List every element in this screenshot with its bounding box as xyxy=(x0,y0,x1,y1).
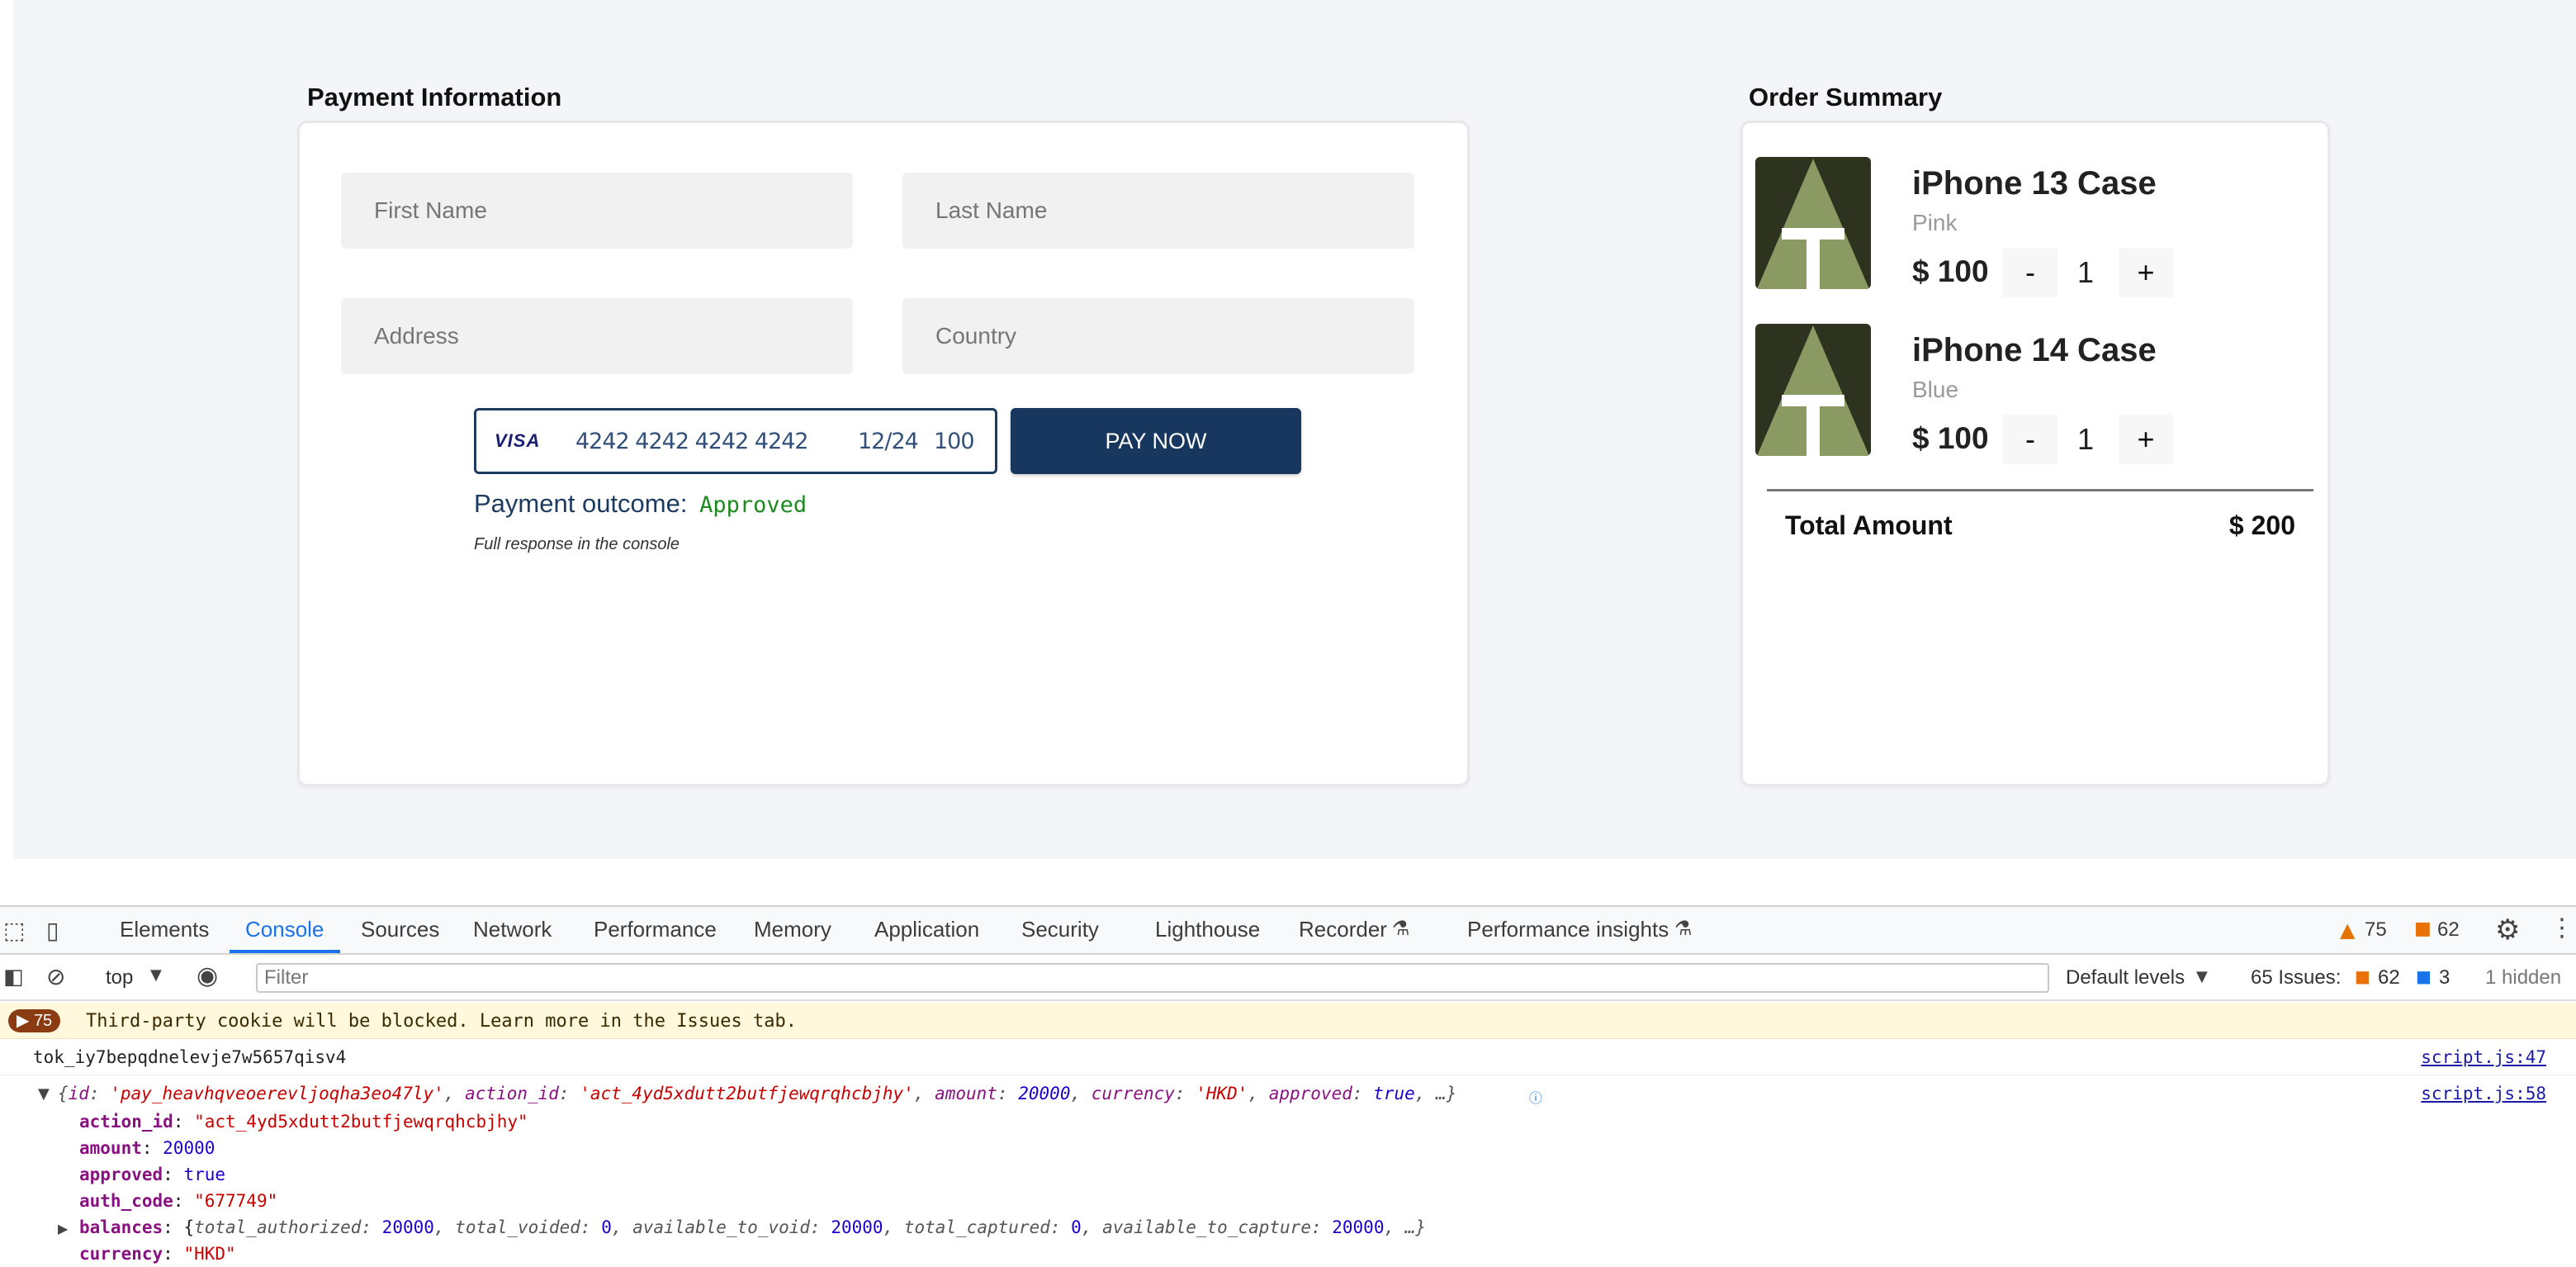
chevron-down-icon[interactable]: ▼ xyxy=(2196,968,2208,985)
tab-application[interactable]: Application xyxy=(874,917,979,942)
item-color: Blue xyxy=(1912,377,1959,402)
tab-sources[interactable]: Sources xyxy=(361,917,439,942)
console-toolbar: ◧ ⊘ top ▼ ◉ Default levels ▼ 65 Issues: … xyxy=(0,955,2576,1001)
quantity-value: 1 xyxy=(2076,255,2095,289)
source-link[interactable]: script.js:58 xyxy=(2421,1084,2546,1103)
item-color: Pink xyxy=(1912,210,1958,235)
flask-icon: ⚗ xyxy=(1392,917,1410,940)
issues-errors-count[interactable]: 62 xyxy=(2378,966,2400,989)
token-value: tok_iy7bepqdnelevje7w5657qisv4 xyxy=(33,1047,347,1067)
expand-triangle-icon[interactable]: ▶ xyxy=(58,1221,68,1236)
error-icon: ■ xyxy=(2355,966,2370,986)
tab-security[interactable]: Security xyxy=(1021,917,1099,942)
error-count[interactable]: 62 xyxy=(2437,918,2460,942)
item-name: iPhone 13 Case xyxy=(1912,165,2157,202)
payment-outcome: Payment outcome: Approved xyxy=(474,489,807,519)
item-name: iPhone 14 Case xyxy=(1912,332,2157,368)
visa-icon: VISA xyxy=(495,430,541,451)
devtools-panel: ⬚ ▯ Elements Console Sources Network Per… xyxy=(0,905,2576,1264)
decrement-button[interactable]: - xyxy=(2003,415,2057,464)
expand-triangle-icon[interactable]: ▼ xyxy=(38,1085,50,1103)
devtools-tab-bar: ⬚ ▯ Elements Console Sources Network Per… xyxy=(0,907,2576,955)
hidden-count[interactable]: 1 hidden xyxy=(2485,966,2561,989)
payment-outcome-value: Approved xyxy=(699,492,807,518)
log-levels-dropdown[interactable]: Default levels xyxy=(2066,966,2185,989)
eye-icon[interactable]: ◉ xyxy=(197,961,218,990)
tab-performance-insights[interactable]: Performance insights xyxy=(1467,917,1669,942)
card-expiry[interactable]: 12/24 xyxy=(858,429,919,454)
address-input[interactable] xyxy=(341,298,853,374)
first-name-input[interactable] xyxy=(341,173,853,249)
prop-balances[interactable]: balances: {total_authorized: 20000, tota… xyxy=(79,1217,1426,1237)
warning-icon: ▲ xyxy=(2340,918,2356,942)
pay-now-button[interactable]: PAY NOW xyxy=(1011,408,1301,474)
full-response-note: Full response in the console xyxy=(474,535,680,553)
console-filter-input[interactable] xyxy=(256,963,2049,993)
product-thumbnail xyxy=(1755,324,1871,456)
issues-info-count[interactable]: 3 xyxy=(2439,966,2450,989)
tab-network[interactable]: Network xyxy=(473,917,552,942)
warning-count[interactable]: 75 xyxy=(2365,918,2387,942)
decrement-button[interactable]: - xyxy=(2003,248,2057,297)
payment-outcome-label: Payment outcome: xyxy=(474,489,688,518)
prop-approved: approved: true xyxy=(79,1165,226,1184)
info-icon[interactable]: ⓘ xyxy=(1529,1087,1542,1107)
card-cvc[interactable]: 100 xyxy=(934,429,975,454)
settings-gear-icon[interactable]: ⚙ xyxy=(2495,913,2520,947)
error-icon: ■ xyxy=(2414,918,2432,939)
product-image-icon xyxy=(1757,159,1869,289)
tab-recorder[interactable]: Recorder xyxy=(1299,917,1387,942)
warning-count-badge: ▶ 75 xyxy=(8,1009,61,1032)
total-label: Total Amount xyxy=(1785,510,1953,540)
clear-console-icon[interactable]: ⊘ xyxy=(46,963,65,990)
tab-performance[interactable]: Performance xyxy=(594,917,717,942)
item-price: $ 100 xyxy=(1912,254,1989,288)
increment-button[interactable]: + xyxy=(2119,248,2173,297)
last-name-input[interactable] xyxy=(902,173,1414,249)
prop-currency: currency: "HKD" xyxy=(79,1244,236,1264)
card-number[interactable]: 4242 4242 4242 4242 xyxy=(575,429,809,454)
chevron-down-icon[interactable]: ▼ xyxy=(150,966,162,984)
context-selector[interactable]: top xyxy=(106,966,133,989)
console-log-row: tok_iy7bepqdnelevje7w5657qisv4 script.js… xyxy=(0,1039,2576,1075)
quantity-value: 1 xyxy=(2076,422,2095,456)
console-object-row: ▼ {id: 'pay_heavhqveoerevljoqha3eo47ly',… xyxy=(0,1077,2576,1267)
product-thumbnail xyxy=(1755,157,1871,289)
cookie-warning-text: Third-party cookie will be blocked. Lear… xyxy=(86,1011,797,1032)
device-toolbar-icon[interactable]: ▯ xyxy=(46,917,59,944)
cookie-warning-row[interactable]: ▶ 75 Third-party cookie will be blocked.… xyxy=(0,1003,2576,1039)
order-title: Order Summary xyxy=(1749,83,1943,112)
active-tab-indicator xyxy=(230,950,340,953)
issues-label[interactable]: 65 Issues: xyxy=(2251,966,2341,989)
flask-icon: ⚗ xyxy=(1674,917,1693,940)
info-icon: ■ xyxy=(2416,966,2432,986)
tab-lighthouse[interactable]: Lighthouse xyxy=(1155,917,1260,942)
increment-button[interactable]: + xyxy=(2119,415,2173,464)
more-options-icon[interactable]: ⋮ xyxy=(2550,913,2574,942)
tab-memory[interactable]: Memory xyxy=(754,917,831,942)
total-value: $ 200 xyxy=(2228,510,2295,540)
prop-action-id: action_id: "act_4yd5xdutt2butfjewqrqhcbj… xyxy=(79,1112,528,1132)
tab-elements[interactable]: Elements xyxy=(120,917,209,942)
order-divider xyxy=(1767,489,2313,491)
sidebar-toggle-icon[interactable]: ◧ xyxy=(3,965,24,989)
prop-auth-code: auth_code: "677749" xyxy=(79,1191,278,1211)
product-image-icon xyxy=(1757,325,1869,456)
country-input[interactable] xyxy=(902,298,1414,374)
inspect-element-icon[interactable]: ⬚ xyxy=(3,917,25,944)
prop-amount: amount: 20000 xyxy=(79,1138,215,1158)
card-details-field[interactable]: VISA 4242 4242 4242 4242 12/24 100 xyxy=(474,408,997,474)
payment-title: Payment Information xyxy=(307,83,562,112)
item-price: $ 100 xyxy=(1912,421,1989,455)
object-summary[interactable]: {id: 'pay_heavhqveoerevljoqha3eo47ly', a… xyxy=(58,1084,1456,1103)
source-link[interactable]: script.js:47 xyxy=(2421,1047,2546,1067)
tab-console[interactable]: Console xyxy=(245,917,324,942)
page-viewport: Payment Information VISA 4242 4242 4242 … xyxy=(13,0,2576,859)
